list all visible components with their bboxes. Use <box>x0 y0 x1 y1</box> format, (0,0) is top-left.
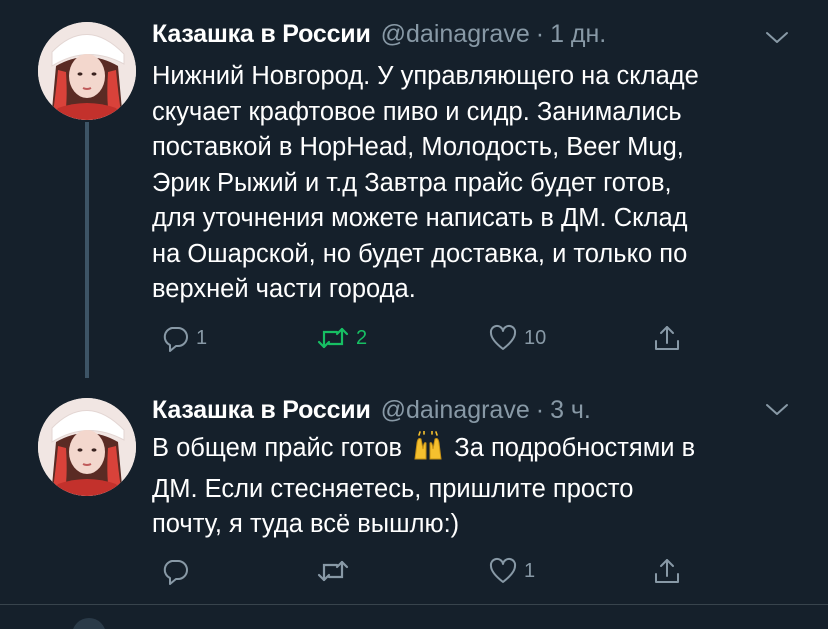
avatar-photo <box>38 398 136 496</box>
separator: · <box>535 20 545 48</box>
chevron-down-icon[interactable] <box>764 402 790 418</box>
author-name[interactable]: Казашка в России <box>152 20 371 49</box>
retweet-button[interactable]: 2 <box>316 318 367 358</box>
share-button[interactable] <box>652 551 682 591</box>
separator: · <box>535 396 545 424</box>
chevron-down-icon[interactable] <box>764 30 790 46</box>
heart-icon <box>489 324 517 350</box>
like-count: 10 <box>524 326 547 349</box>
thread-line <box>85 122 89 378</box>
reply-count: 1 <box>196 326 208 349</box>
reply-icon <box>163 327 188 352</box>
share-button[interactable] <box>652 318 682 358</box>
timestamp[interactable]: 3 ч. <box>550 396 591 425</box>
raised-hands-icon <box>411 430 445 472</box>
timeline: Казашка в России @dainagrave · 1 дн. Ниж… <box>0 0 828 629</box>
heart-icon <box>489 557 517 583</box>
tweet-actions: 1 2 10 <box>152 318 712 358</box>
reply-button[interactable] <box>160 551 196 591</box>
retweet-count: 2 <box>356 326 368 349</box>
tweet-text-part1: В общем прайс готов <box>152 434 410 462</box>
avatar[interactable] <box>72 618 106 629</box>
avatar[interactable] <box>38 398 136 496</box>
avatar-photo <box>38 22 136 120</box>
like-button[interactable]: 1 <box>488 551 535 591</box>
author-handle[interactable]: @dainagrave <box>381 20 530 49</box>
retweet-icon <box>317 560 349 582</box>
like-count: 1 <box>524 559 536 582</box>
share-icon <box>655 326 679 350</box>
tweet-header: Казашка в России @dainagrave · 1 дн. <box>152 20 606 60</box>
author-name[interactable]: Казашка в России <box>152 396 371 425</box>
reply-button[interactable]: 1 <box>160 318 207 358</box>
author-handle[interactable]: @dainagrave <box>381 396 530 425</box>
tweet-text: Нижний Новгород. У управляющего на склад… <box>152 62 699 303</box>
tweet-text: В общем прайс готов За подробностями в Д… <box>152 430 792 543</box>
divider <box>0 604 828 605</box>
like-button[interactable]: 10 <box>488 318 546 358</box>
retweet-button[interactable] <box>316 551 356 591</box>
retweet-icon <box>317 327 349 349</box>
share-icon <box>655 559 679 583</box>
tweet-actions: 1 <box>152 551 712 591</box>
tweet[interactable]: Казашка в России @dainagrave · 1 дн. Ниж… <box>0 0 828 380</box>
tweet[interactable]: Казашка в России @dainagrave · 3 ч. В об… <box>0 380 828 605</box>
timestamp[interactable]: 1 дн. <box>550 20 606 49</box>
reply-icon <box>163 560 188 585</box>
avatar[interactable] <box>38 22 136 120</box>
tweet-header: Казашка в России @dainagrave · 3 ч. <box>152 396 591 436</box>
